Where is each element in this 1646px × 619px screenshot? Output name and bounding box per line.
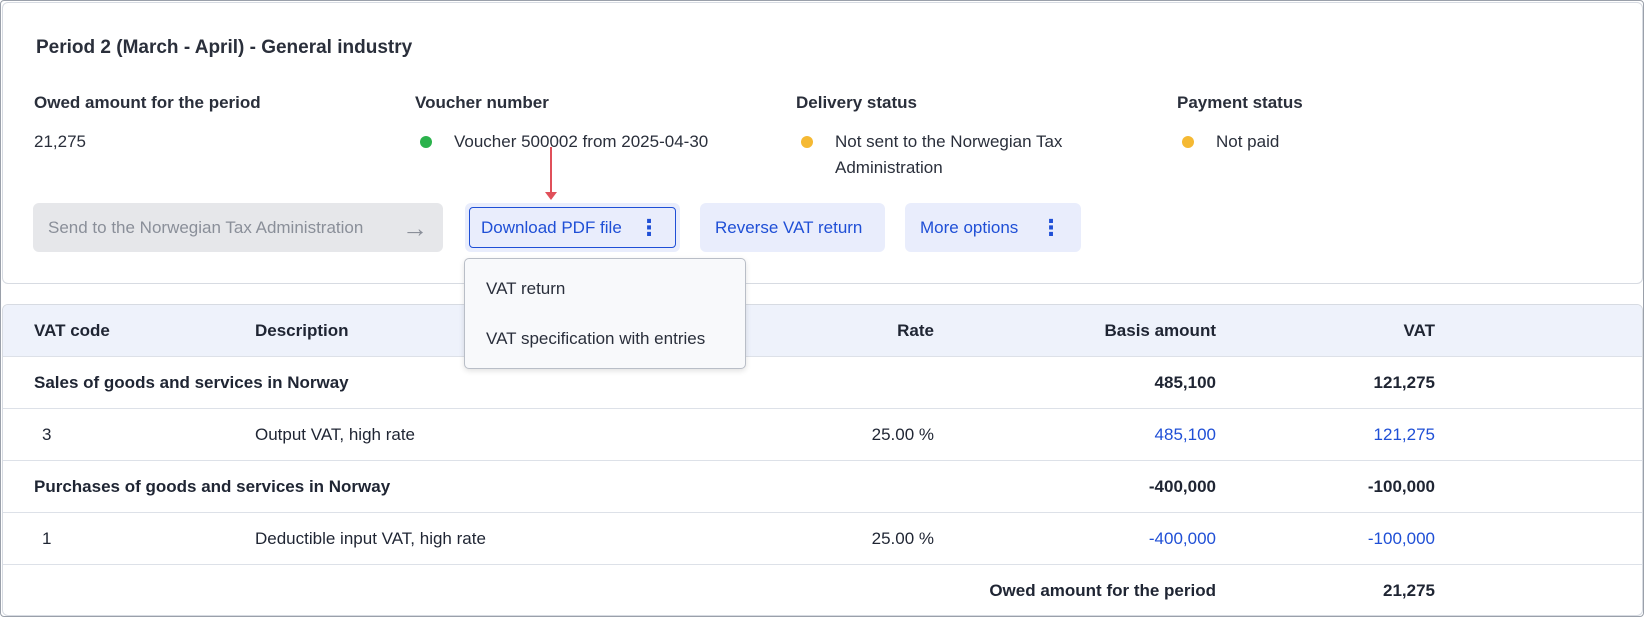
menu-item-vat-return[interactable]: VAT return bbox=[486, 279, 565, 299]
send-button-label: Send to the Norwegian Tax Administration bbox=[48, 217, 364, 237]
group-basis: -400,000 bbox=[1148, 477, 1216, 496]
annotation-arrow-icon bbox=[545, 147, 557, 200]
row-rate: 25.00 % bbox=[871, 425, 934, 444]
delivery-status-label: Delivery status bbox=[796, 93, 917, 112]
arrow-right-icon: → bbox=[402, 212, 428, 243]
row-code: 1 bbox=[42, 529, 52, 548]
payment-status-value: Not paid bbox=[1216, 132, 1280, 151]
total-label: Owed amount for the period bbox=[989, 581, 1216, 600]
header-rate: Rate bbox=[897, 321, 934, 340]
header-basis-amount: Basis amount bbox=[1104, 321, 1216, 340]
payment-status-dot-icon bbox=[1182, 136, 1194, 148]
group-title: Purchases of goods and services in Norwa… bbox=[34, 477, 391, 496]
group-row-purchases: Purchases of goods and services in Norwa… bbox=[3, 461, 1642, 513]
header-vat-code: VAT code bbox=[34, 321, 110, 340]
total-vat: 21,275 bbox=[1383, 581, 1435, 600]
row-code: 3 bbox=[42, 425, 52, 444]
table-row: 1 Deductible input VAT, high rate 25.00 … bbox=[3, 513, 1642, 565]
send-to-tax-administration-button[interactable]: Send to the Norwegian Tax Administration… bbox=[33, 203, 443, 252]
header-vat: VAT bbox=[1403, 321, 1435, 340]
delivery-status-dot-icon bbox=[801, 136, 813, 148]
payment-status-section: Payment status Not paid bbox=[1177, 93, 1537, 155]
row-basis-link[interactable]: 485,100 bbox=[1155, 409, 1216, 460]
more-options-label: More options bbox=[920, 217, 1019, 237]
row-description: Output VAT, high rate bbox=[255, 425, 416, 444]
menu-item-vat-specification[interactable]: VAT specification with entries bbox=[486, 329, 705, 349]
total-row: Owed amount for the period 21,275 bbox=[3, 565, 1642, 615]
row-vat-link[interactable]: 121,275 bbox=[1374, 409, 1435, 460]
vat-table: VAT code Description Rate Basis amount V… bbox=[2, 304, 1643, 616]
group-title: Sales of goods and services in Norway bbox=[34, 373, 349, 392]
group-vat: 121,275 bbox=[1373, 373, 1435, 392]
kebab-menu-icon: ⋮ bbox=[638, 214, 660, 240]
table-row: 3 Output VAT, high rate 25.00 % 485,100 … bbox=[3, 409, 1642, 461]
group-vat: -100,000 bbox=[1367, 477, 1435, 496]
kebab-menu-icon: ⋮ bbox=[1040, 214, 1062, 240]
owed-amount-value: 21,275 bbox=[34, 132, 86, 151]
delivery-status-value: Not sent to the Norwegian Tax Administra… bbox=[835, 132, 1063, 177]
owed-amount-section: Owed amount for the period 21,275 bbox=[34, 93, 394, 155]
reverse-vat-return-button[interactable]: Reverse VAT return bbox=[700, 203, 885, 252]
payment-status-label: Payment status bbox=[1177, 93, 1303, 112]
download-pdf-menu: VAT return VAT specification with entrie… bbox=[464, 258, 746, 369]
page-title: Period 2 (March - April) - General indus… bbox=[36, 37, 413, 58]
voucher-section: Voucher number Voucher 500002 from 2025-… bbox=[415, 93, 775, 155]
header-description: Description bbox=[255, 321, 349, 340]
row-description: Deductible input VAT, high rate bbox=[255, 529, 486, 548]
more-options-button[interactable]: More options ⋮ bbox=[905, 203, 1081, 252]
row-rate: 25.00 % bbox=[871, 529, 934, 548]
row-vat-link[interactable]: -100,000 bbox=[1368, 513, 1435, 564]
voucher-value: Voucher 500002 from 2025-04-30 bbox=[454, 132, 709, 151]
group-basis: 485,100 bbox=[1154, 373, 1216, 392]
voucher-status-dot-icon bbox=[420, 136, 432, 148]
row-basis-link[interactable]: -400,000 bbox=[1149, 513, 1216, 564]
group-row-sales: Sales of goods and services in Norway 48… bbox=[3, 357, 1642, 409]
download-pdf-button[interactable]: Download PDF file ⋮ bbox=[465, 203, 680, 252]
owed-amount-label: Owed amount for the period bbox=[34, 93, 261, 112]
voucher-label: Voucher number bbox=[415, 93, 549, 112]
delivery-status-section: Delivery status Not sent to the Norwegia… bbox=[796, 93, 1096, 181]
reverse-vat-return-label: Reverse VAT return bbox=[715, 217, 863, 237]
download-pdf-label: Download PDF file bbox=[481, 217, 622, 237]
table-header-row: VAT code Description Rate Basis amount V… bbox=[3, 305, 1642, 357]
